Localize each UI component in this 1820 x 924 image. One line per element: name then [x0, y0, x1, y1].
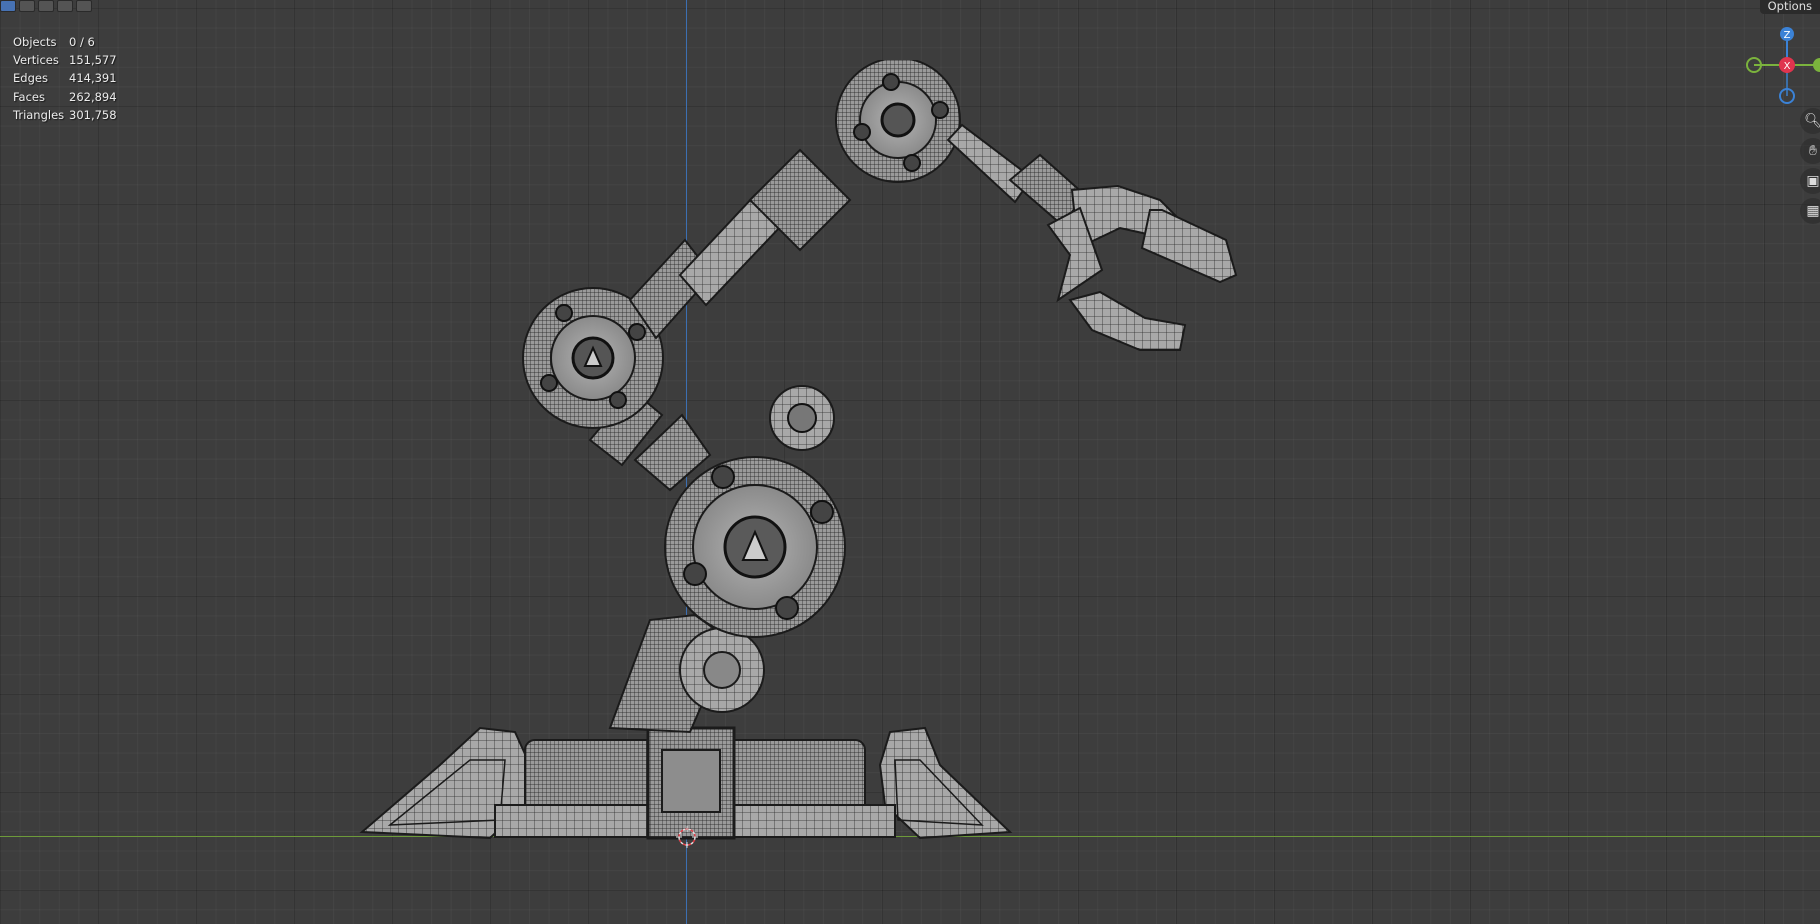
- camera-icon[interactable]: ▣: [1800, 168, 1820, 194]
- stat-row-edges: Edges 414,391: [13, 69, 117, 87]
- grid-ortho-icon[interactable]: ▦: [1800, 198, 1820, 224]
- navigation-gizmo[interactable]: Z X: [1740, 22, 1820, 108]
- 3d-cursor-icon: [676, 826, 698, 848]
- stat-row-triangles: Triangles 301,758: [13, 106, 117, 124]
- gizmo-neg-y-handle[interactable]: [1813, 58, 1820, 72]
- shoulder-joint: [664, 385, 846, 638]
- select-extend-button[interactable]: [19, 0, 35, 12]
- stat-value: 151,577: [69, 53, 117, 68]
- stat-value: 0 / 6: [69, 35, 95, 49]
- hand-pan-icon[interactable]: ✋︎: [1800, 138, 1820, 164]
- select-invert-button[interactable]: [57, 0, 73, 12]
- wrist-joint: [835, 60, 961, 183]
- robot-arm-model[interactable]: [350, 60, 1250, 850]
- stat-value: 301,758: [69, 107, 117, 122]
- select-mode-toolbar: [0, 0, 92, 14]
- select-box-button[interactable]: [0, 0, 16, 12]
- base-foot-right: [878, 726, 1013, 840]
- stat-label: Objects: [13, 35, 57, 49]
- scene-statistics: Objects 0 / 6 Vertices 151,577 Edges 414,39…: [13, 33, 117, 124]
- stat-label: Faces: [13, 89, 45, 104]
- select-intersect-button[interactable]: [76, 0, 92, 12]
- stat-value: 262,894: [69, 89, 117, 104]
- stat-row-faces: Faces 262,894: [13, 88, 117, 106]
- navigation-tools: 🔍︎ ✋︎ ▣ ▦: [1800, 108, 1820, 228]
- gripper: [946, 123, 1238, 351]
- select-subtract-button[interactable]: [38, 0, 54, 12]
- stat-label: Vertices: [13, 53, 59, 68]
- forearm: [628, 148, 852, 340]
- zoom-icon[interactable]: 🔍︎: [1800, 108, 1820, 134]
- gizmo-z-label: Z: [1784, 30, 1791, 41]
- stat-value: 414,391: [69, 71, 117, 86]
- stat-row-objects: Objects 0 / 6: [13, 33, 117, 51]
- base-cylinder: [494, 726, 896, 840]
- stat-label: Edges: [13, 71, 48, 86]
- stat-label: Triangles: [13, 107, 65, 122]
- options-button[interactable]: Options: [1759, 0, 1820, 14]
- gizmo-x-label: X: [1784, 61, 1791, 72]
- stat-row-vertices: Vertices 151,577: [13, 51, 117, 69]
